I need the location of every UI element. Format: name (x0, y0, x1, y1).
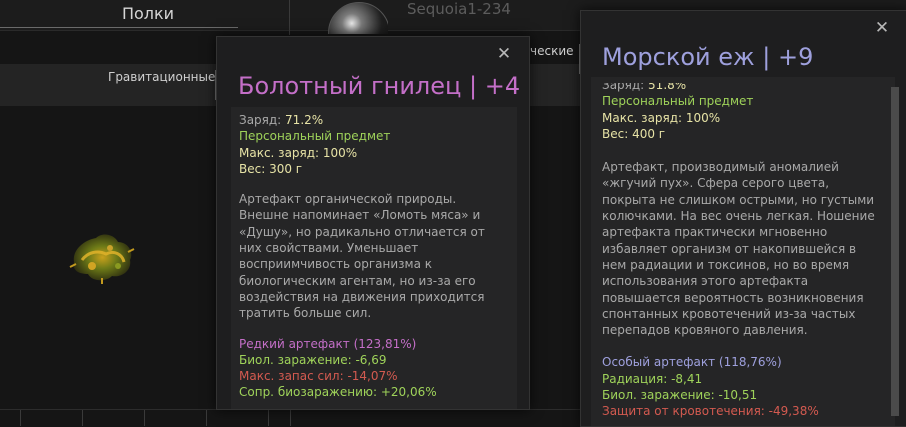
tooltip-sea-urchin: ✕ Морской еж | +9 Заряд: 51.8% Персональ… (580, 10, 906, 427)
tab-shelves-label: Полки (121, 4, 175, 23)
scrollbar-thumb[interactable] (891, 87, 899, 416)
weight: Вес: 300 г (239, 161, 303, 176)
tab-underline (0, 27, 238, 28)
artifact-slot[interactable] (62, 222, 142, 292)
scrollbar[interactable] (891, 87, 899, 416)
effect-bio: Биол. заражение: -6,69 (239, 352, 387, 367)
effects-list: Радиация: -8,41 Биол. заражение: -10,51 … (602, 371, 882, 420)
rarity: Редкий артефакт (123,81%) (239, 336, 417, 351)
tab-shelves[interactable]: Полки (0, 0, 290, 30)
tooltip-swamp-rot: ✕ Болотный гнилец | +4 Заряд: 71.2% Перс… (216, 36, 530, 410)
profile-orb-icon[interactable] (328, 0, 388, 34)
tooltip-body: Заряд: 51.8% Персональный предмет Макс. … (591, 77, 899, 426)
personal-item: Персональный предмет (602, 94, 754, 109)
description: Артефакт органической природы. Внешне на… (239, 192, 485, 321)
personal-item: Персональный предмет (239, 129, 391, 144)
tooltip-body: Заряд: 71.2% Персональный предмет Макс. … (231, 107, 517, 409)
effect-stamina: Макс. запас сил: -14,07% (239, 369, 398, 384)
max-charge: Макс. заряд: 100% (602, 110, 721, 125)
effects-list: Биол. заражение: -6,69 Макс. запас сил: … (239, 352, 513, 401)
effect-bleeding: Защита от кровотечения: -49,38% (602, 404, 819, 419)
player-name: Sequoia1-234 (407, 0, 511, 18)
tooltip-title: Болотный гнилец | +4 (238, 72, 521, 100)
tooltip-title: Морской еж | +9 (602, 43, 814, 71)
effect-bio: Биол. заражение: -10,51 (602, 388, 758, 403)
swamp-rot-artifact-icon (69, 234, 135, 284)
description: Артефакт, производимый аномалией «жгучий… (602, 160, 875, 338)
weight: Вес: 400 г (602, 126, 666, 141)
category-next[interactable]: ческие (530, 44, 574, 58)
header-divider (289, 0, 290, 35)
close-icon[interactable]: ✕ (495, 45, 513, 63)
effect-radiation: Радиация: -8,41 (602, 371, 703, 386)
effect-bio-resist: Сопр. биозаражению: +20,06% (239, 385, 437, 400)
category-gravitational[interactable]: Гравитационные (108, 70, 215, 84)
charge-line: Заряд: 51.8% (602, 78, 687, 92)
rarity: Особый артефакт (118,76%) (602, 355, 782, 370)
max-charge: Макс. заряд: 100% (239, 145, 358, 160)
close-icon[interactable]: ✕ (873, 19, 891, 37)
charge-line: Заряд: 71.2% (239, 113, 324, 127)
